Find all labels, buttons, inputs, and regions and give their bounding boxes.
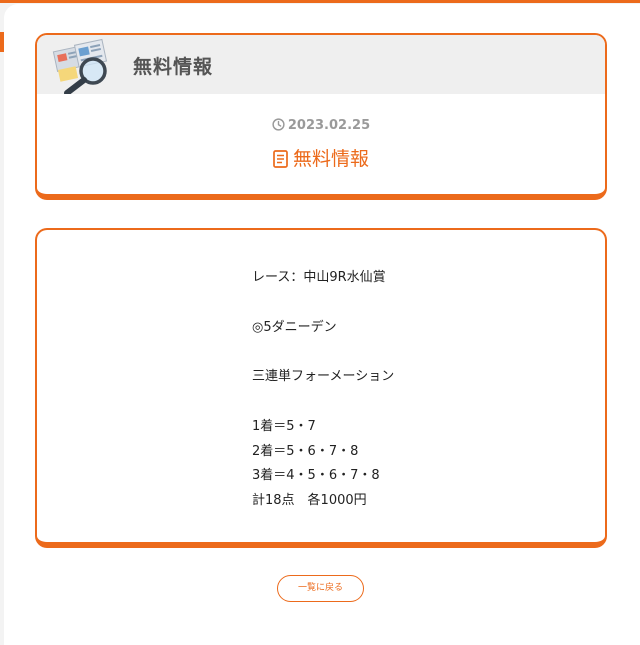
magnifier-document-icon: [52, 38, 108, 94]
second-place-line: 2着＝5・6・7・8: [252, 443, 359, 459]
race-line: レース：中山9R水仙賞: [252, 270, 386, 285]
header-band: 無料情報: [37, 35, 605, 94]
post-date: 2023.02.25: [37, 118, 605, 133]
total-line: 計18点 各1000円: [252, 493, 367, 509]
post-title-text: 無料情報: [292, 148, 369, 170]
article-body-card: レース：中山9R水仙賞 ◎5ダニーデン 三連単フォーメーション 1着＝5・7 2…: [35, 228, 607, 548]
first-place-line: 1着＝5・7: [252, 418, 316, 434]
left-accent-tab: [0, 32, 4, 52]
post-date-text: 2023.02.25: [287, 118, 371, 133]
pick-line: ◎5ダニーデン: [252, 319, 337, 335]
back-to-list-button[interactable]: 一覧に戻る: [277, 575, 364, 602]
article-content: レース：中山9R水仙賞 ◎5ダニーデン 三連単フォーメーション 1着＝5・7 2…: [252, 266, 394, 514]
post-title: 無料情報: [37, 144, 605, 171]
section-title: 無料情報: [133, 56, 214, 78]
document-icon: [273, 150, 288, 168]
bet-type-line: 三連単フォーメーション: [252, 369, 395, 385]
clock-icon: [272, 118, 285, 131]
info-header-card: 無料情報 2023.02.25 無料情報: [35, 33, 607, 200]
top-accent-bar: [0, 0, 640, 3]
third-place-line: 3着＝4・5・6・7・8: [252, 468, 380, 484]
